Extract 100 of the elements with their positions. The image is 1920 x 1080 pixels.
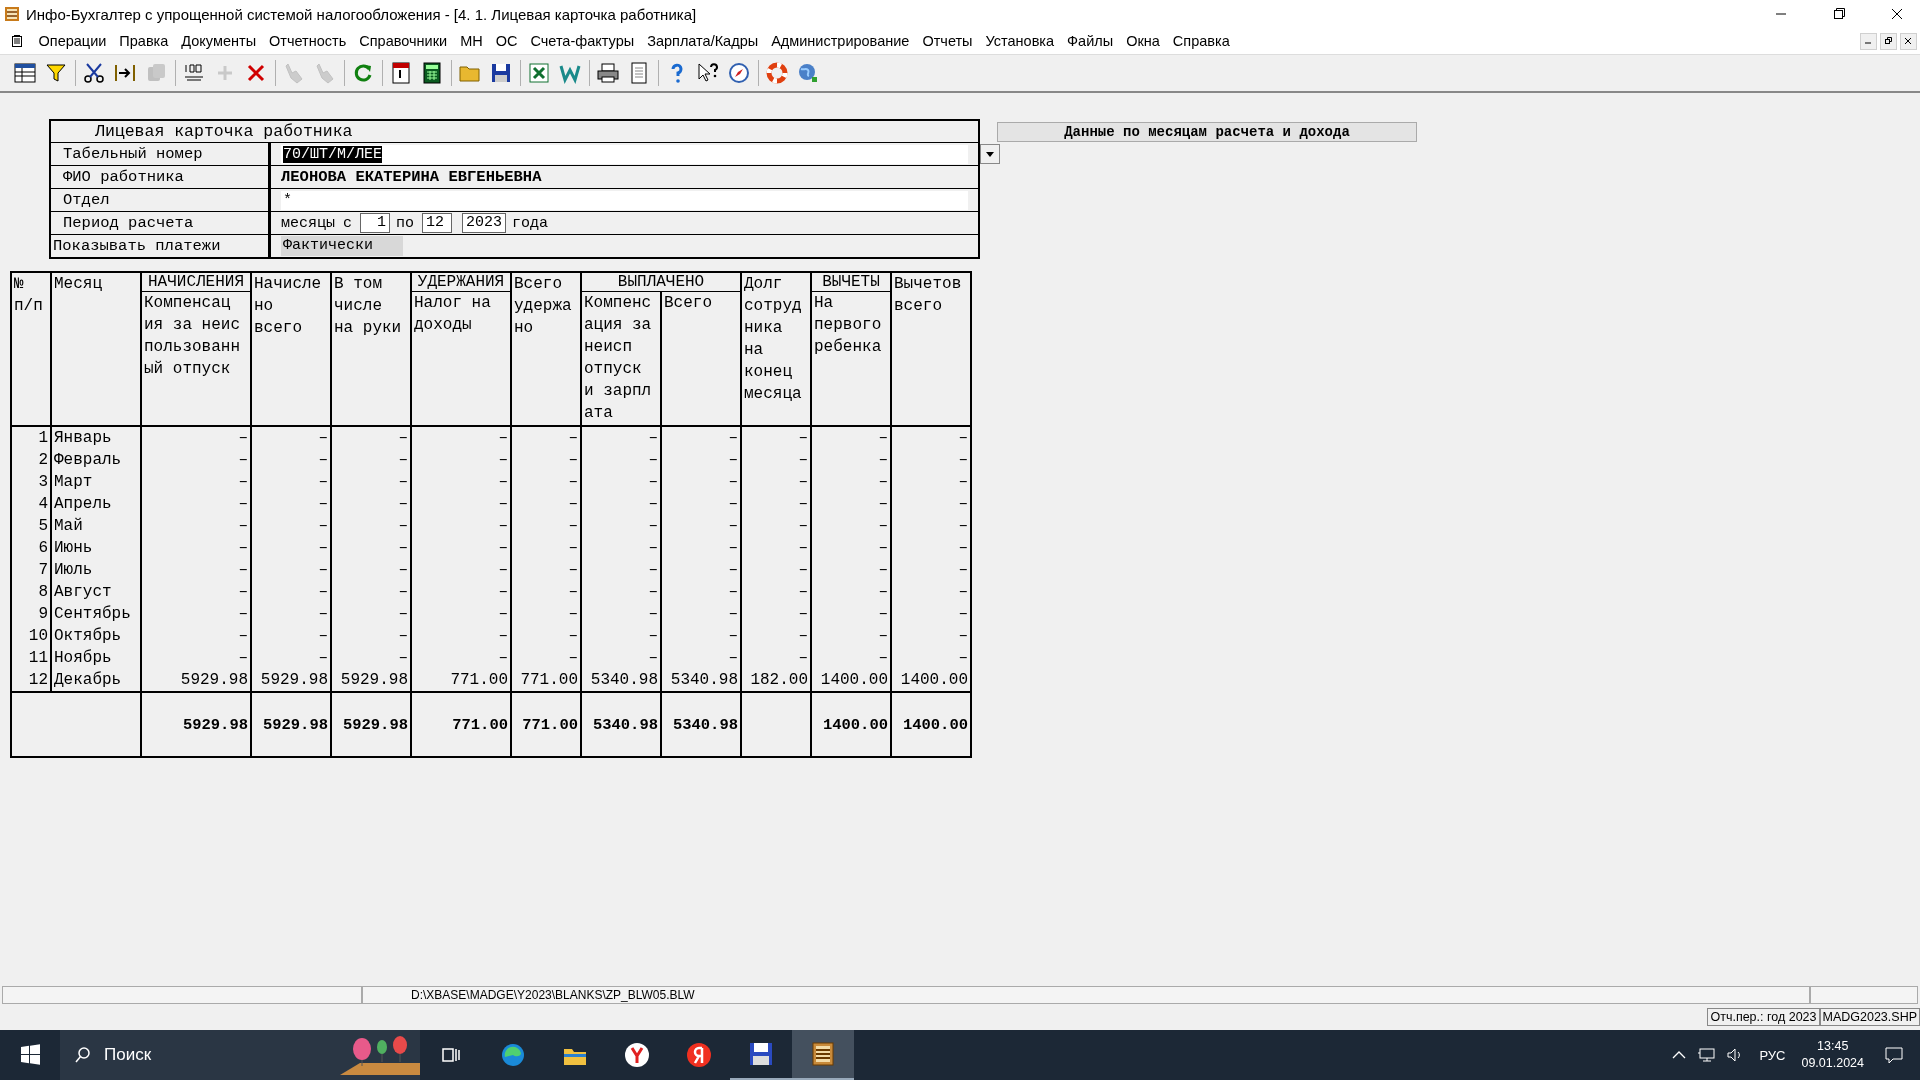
table-cell: –	[581, 537, 661, 559]
lifebuoy-icon[interactable]	[765, 61, 789, 85]
table-cell: –	[741, 426, 811, 449]
table-cell: –	[251, 647, 331, 669]
table-cell: –	[331, 581, 411, 603]
network-icon[interactable]	[1697, 1045, 1718, 1065]
table-cell: –	[141, 449, 251, 471]
table-cell: –	[661, 449, 741, 471]
menu-item[interactable]: Администрирование	[764, 33, 916, 49]
taskbar-app-button[interactable]	[792, 1030, 854, 1080]
table-cell: –	[581, 493, 661, 515]
table-cell: –	[411, 537, 511, 559]
table-cell: 1400.00	[891, 669, 971, 692]
monthly-data-button[interactable]: Данные по месяцам расчета и дохода	[997, 122, 1417, 142]
table-cell: –	[741, 647, 811, 669]
notification-icon[interactable]	[1884, 1045, 1904, 1065]
table-cell: –	[891, 537, 971, 559]
field-label: ФИО работника	[51, 166, 271, 188]
employee-name: ЛЕОНОВА ЕКАТЕРИНА ЕВГЕНЬЕВНА	[281, 168, 542, 186]
compass-icon[interactable]	[727, 61, 751, 85]
column-header: В том числе на руки	[331, 272, 411, 426]
menu-item[interactable]: Документы	[174, 33, 263, 49]
table-cell: –	[581, 449, 661, 471]
table-cell: –	[741, 581, 811, 603]
clock[interactable]: 13:45 09.01.2024	[1801, 1038, 1864, 1072]
table-cell: 182.00	[741, 669, 811, 692]
table-cell: –	[581, 647, 661, 669]
scissors-icon[interactable]	[82, 61, 106, 85]
menu-item[interactable]: Установка	[979, 33, 1061, 49]
month-to-field[interactable]: 12	[422, 213, 453, 233]
table-cell: 5	[11, 515, 51, 537]
table-cell: –	[661, 426, 741, 449]
globe-icon[interactable]	[796, 61, 820, 85]
table-cell: –	[811, 625, 891, 647]
menu-item[interactable]: Отчеты	[915, 33, 980, 49]
table-cell: –	[581, 471, 661, 493]
table-cell: –	[251, 625, 331, 647]
column-header: Месяц	[51, 272, 141, 426]
table-cell: –	[741, 537, 811, 559]
table-cell: 7	[11, 559, 51, 581]
table-cell: –	[661, 581, 741, 603]
column-group-header: ВЫПЛАЧЕНО	[581, 272, 741, 292]
menu-item[interactable]: Справочники	[352, 33, 454, 49]
menu-item[interactable]: Операции	[32, 33, 113, 49]
table-cell: Сентябрь	[51, 603, 141, 625]
table-icon[interactable]	[13, 61, 37, 85]
search-icon	[74, 1046, 92, 1064]
table-cell: Апрель	[51, 493, 141, 515]
month-from-field[interactable]: 1	[360, 213, 391, 233]
close-icon[interactable]	[1900, 32, 1917, 50]
menu-item[interactable]: Счета-фактуры	[523, 33, 641, 49]
table-cell: –	[141, 471, 251, 493]
table-cell: –	[511, 515, 581, 537]
document-menu-icon[interactable]	[10, 34, 24, 48]
year-field[interactable]: 2023	[462, 213, 507, 233]
column-header: Начисле но всего	[251, 272, 331, 426]
menu-item[interactable]: Отчетность	[262, 33, 353, 49]
menu-item[interactable]: Правка	[112, 33, 175, 49]
total-cell: 5929.98	[251, 692, 331, 757]
field-label: Отдел	[51, 189, 271, 211]
menu-item[interactable]: Зарплата/Кадры	[640, 33, 765, 49]
menu-item[interactable]: МН	[453, 33, 490, 49]
table-cell: –	[251, 426, 331, 449]
table-cell: –	[891, 559, 971, 581]
department-field[interactable]: *	[281, 190, 968, 210]
table-cell: –	[411, 603, 511, 625]
search-field[interactable]: Поиск	[60, 1030, 420, 1080]
column-header: Компенс ация за неисп отпуск и зарпл ата	[581, 291, 661, 426]
table-cell: –	[141, 537, 251, 559]
calculator-icon[interactable]	[420, 61, 444, 85]
minimize-icon[interactable]	[1860, 32, 1877, 50]
table-cell: –	[741, 515, 811, 537]
table-cell: –	[411, 426, 511, 449]
calendar-icon[interactable]	[389, 61, 413, 85]
table-cell: –	[331, 647, 411, 669]
table-cell: –	[661, 515, 741, 537]
column-header: Всего удержа но	[511, 272, 581, 426]
language-indicator[interactable]: РУС	[1759, 1047, 1786, 1063]
menu-item[interactable]: Справка	[1166, 33, 1237, 49]
column-group-header: УДЕРЖАНИЯ	[411, 272, 511, 292]
table-cell: –	[141, 426, 251, 449]
table-cell: –	[411, 493, 511, 515]
menu-item[interactable]: Файлы	[1060, 33, 1120, 49]
table-cell: –	[661, 493, 741, 515]
menu-item[interactable]: ОС	[489, 33, 524, 49]
restore-icon[interactable]	[1880, 32, 1897, 50]
filter-icon[interactable]	[44, 61, 68, 85]
menu-item[interactable]: Окна	[1119, 33, 1167, 49]
table-cell: –	[411, 647, 511, 669]
table-cell: 5929.98	[141, 669, 251, 692]
spreadsheet-icon[interactable]	[527, 61, 551, 85]
payments-mode-field[interactable]: Фактически	[281, 236, 403, 256]
table-cell: –	[141, 559, 251, 581]
employee-number-dropdown[interactable]: 70/ШТ/М/ЛЕЕ	[281, 144, 968, 164]
table-cell: –	[251, 581, 331, 603]
printer-icon[interactable]	[596, 61, 620, 85]
table-cell: Декабрь	[51, 669, 141, 692]
table-cell: –	[811, 515, 891, 537]
table-cell: Май	[51, 515, 141, 537]
table-cell: –	[811, 581, 891, 603]
